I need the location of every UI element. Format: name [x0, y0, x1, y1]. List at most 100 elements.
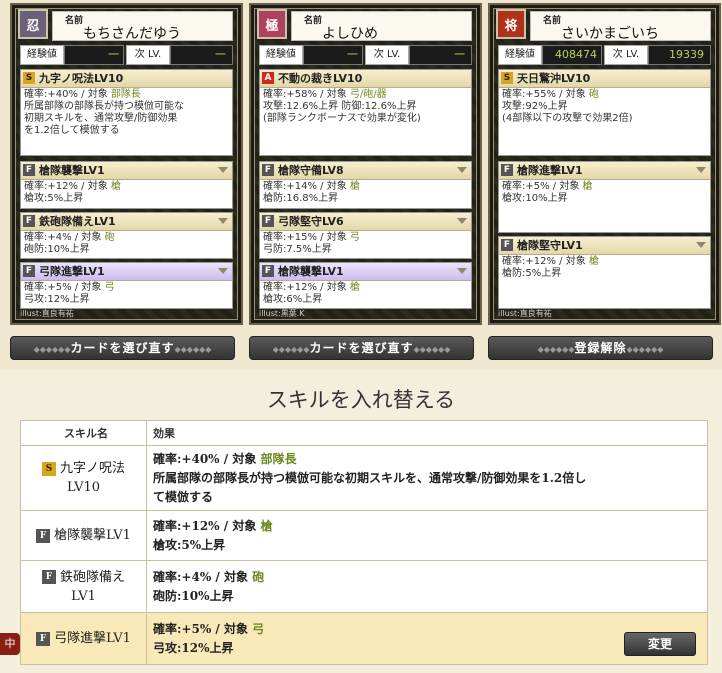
crest-icon: 極 — [257, 9, 287, 39]
skill-header: A 不動の裁きLV10 — [260, 70, 471, 88]
name-bar: 名前 もちさんだゆう — [52, 11, 233, 42]
skill-4: F 槍隊襲撃LV1 確率:+12% / 対象 槍 槍攻:6%上昇 — [259, 262, 472, 309]
effect-line: 槍攻:5%上昇 — [153, 537, 226, 552]
skill-header[interactable]: F 弓隊堅守LV6 — [260, 213, 471, 231]
skill-line: 攻撃:12.6%上昇 防御:12.6%上昇 — [263, 101, 417, 112]
skill-line: 砲防:10%上昇 — [24, 244, 90, 255]
reselect-card-button-1[interactable]: ◆◆◆◆◆◆カードを選び直す◆◆◆◆◆◆ — [10, 336, 235, 360]
skill-line: 槍防:16.8%上昇 — [263, 193, 339, 204]
skill-3: F 弓隊堅守LV6 確率:+15% / 対象 弓 弓防:7.5%上昇 — [259, 212, 472, 259]
card-2: 極 名前 よしひめ 経験値 一 次 LV. 一 A 不動の裁きLV10 確率:+5… — [249, 3, 482, 325]
button-ornament: ◆◆◆◆◆◆ — [174, 345, 212, 354]
skill-name: 九字ノ呪法 — [59, 461, 125, 476]
exp-label: 経験値 — [498, 45, 542, 65]
skill-3: F 鉄砲隊備えLV1 確率:+4% / 対象 砲 砲防:10%上昇 — [20, 212, 233, 259]
skill-body: 確率:+14% / 対象 槍 槍防:16.8%上昇 — [260, 180, 471, 206]
skill-body: 確率:+15% / 対象 弓 弓防:7.5%上昇 — [260, 231, 471, 257]
grade-f-icon: F — [501, 164, 513, 176]
skill-1: S 九字ノ呪法LV10 確率:+40% / 対象 部隊長 所属部隊の部隊長が持つ模… — [20, 69, 233, 156]
skill-2: F 槍隊襲撃LV1 確率:+12% / 対象 槍 槍攻:5%上昇 — [20, 161, 233, 209]
grade-f-icon: F — [23, 265, 35, 277]
skill-title: 天日驚沖LV10 — [517, 72, 591, 85]
skill-level: LV10 — [66, 480, 101, 495]
button-ornament: ◆◆◆◆◆◆ — [33, 345, 71, 354]
side-tab[interactable]: 中 — [0, 633, 20, 655]
skill-name: 弓隊進撃LV1 — [54, 631, 131, 646]
table-row[interactable]: F 槍隊襲撃LV1 確率:+12% / 対象 槍 槍攻:5%上昇 — [20, 510, 708, 561]
skill-title: 槍隊守備LV8 — [278, 164, 344, 177]
skill-level: LV1 — [71, 588, 96, 604]
card-name: さいかまごいち — [561, 26, 659, 42]
skill-header[interactable]: F 弓隊進撃LV1 — [21, 263, 232, 281]
dropdown-arrow-icon[interactable] — [696, 167, 706, 173]
skill-line: 槍攻:6%上昇 — [263, 294, 323, 305]
effect-line: て模倣する — [153, 489, 214, 504]
button-ornament: ◆◆◆◆◆◆ — [272, 345, 310, 354]
name-label: 名前 — [65, 16, 84, 26]
skill-title: 鉄砲隊備えLV1 — [39, 215, 116, 228]
grade-a-icon: A — [262, 72, 274, 84]
dropdown-arrow-icon[interactable] — [457, 167, 467, 173]
skill-2: F 槍隊進撃LV1 確率:+5% / 対象 槍 槍攻:10%上昇 — [498, 161, 711, 233]
change-button[interactable]: 変更 — [624, 632, 696, 656]
skill-body: 確率:+58% / 対象 弓/砲/器 攻撃:12.6%上昇 防御:12.6%上昇… — [260, 88, 471, 126]
skill-header[interactable]: F 鉄砲隊備えLV1 — [21, 213, 232, 231]
skill-line: 初期スキルを、通常攻撃/防御効果 — [24, 113, 178, 124]
name-label: 名前 — [543, 16, 562, 26]
dropdown-arrow-icon[interactable] — [457, 268, 467, 274]
exp-value: 一 — [303, 45, 363, 65]
reselect-card-button-2[interactable]: ◆◆◆◆◆◆カードを選び直す◆◆◆◆◆◆ — [249, 336, 474, 360]
button-label: カードを選び直す — [70, 341, 175, 355]
skill-title: 槍隊襲撃LV1 — [39, 164, 105, 177]
card-name: よしひめ — [322, 26, 378, 42]
grade-s-icon: S — [41, 461, 56, 476]
grade-f-icon: F — [262, 215, 274, 227]
skill-header[interactable]: F 槍隊襲撃LV1 — [21, 162, 232, 180]
skill-line: (4部隊以下の攻撃で効果2倍) — [502, 113, 633, 124]
dropdown-arrow-icon[interactable] — [696, 242, 706, 248]
skill-line: 槍防:5%上昇 — [502, 268, 562, 279]
skill-header[interactable]: F 槍隊堅守LV1 — [499, 237, 710, 255]
table-row[interactable]: F 鉄砲隊備え LV1 確率:+4% / 対象 砲 砲防:10%上昇 — [20, 560, 708, 613]
grade-f-icon: F — [23, 164, 35, 176]
dropdown-arrow-icon[interactable] — [218, 268, 228, 274]
next-label: 次 LV. — [126, 45, 170, 65]
next-value: 19339 — [648, 45, 711, 65]
skill-title: 弓隊堅守LV6 — [278, 215, 344, 228]
skill-header[interactable]: F 槍隊襲撃LV1 — [260, 263, 471, 281]
table-header: スキル名 効果 — [20, 420, 708, 446]
skill-body: 確率:+5% / 対象 弓 弓攻:12%上昇 — [21, 281, 232, 307]
skill-body: 確率:+5% / 対象 槍 槍攻:10%上昇 — [499, 180, 710, 206]
skill-title: 槍隊堅守LV1 — [517, 239, 583, 252]
skill-body: 確率:+12% / 対象 槍 槍攻:6%上昇 — [260, 281, 471, 307]
skill-name-cell: F 鉄砲隊備え LV1 — [20, 560, 147, 613]
grade-f-icon: F — [501, 239, 513, 251]
illust-credit: illust:直良有祐 — [20, 309, 74, 318]
table-row[interactable]: S 九字ノ呪法 LV10 確率:+40% / 対象 部隊長 所属部隊の部隊長が持つ模… — [20, 445, 708, 511]
skill-line: 槍攻:5%上昇 — [24, 193, 84, 204]
card-1: 忍 名前 もちさんだゆう 経験値 一 次 LV. 一 S 九字ノ呪法LV10 確率… — [10, 3, 243, 325]
dropdown-arrow-icon[interactable] — [218, 167, 228, 173]
skill-1: S 天日驚沖LV10 確率:+55% / 対象 砲 攻撃:92%上昇 (4部隊以下… — [498, 69, 711, 156]
skill-1: A 不動の裁きLV10 確率:+58% / 対象 弓/砲/器 攻撃:12.6%上昇… — [259, 69, 472, 156]
skill-line: 攻撃:92%上昇 — [502, 101, 568, 112]
grade-f-icon: F — [41, 570, 56, 584]
card-3: 将 名前 さいかまごいち 経験値 408474 次 LV. 19339 S 天日驚… — [488, 3, 721, 325]
unregister-button[interactable]: ◆◆◆◆◆◆登録解除◆◆◆◆◆◆ — [488, 336, 713, 360]
dropdown-arrow-icon[interactable] — [218, 218, 228, 224]
next-label: 次 LV. — [604, 45, 648, 65]
exp-label: 経験値 — [259, 45, 303, 65]
skill-header[interactable]: F 槍隊進撃LV1 — [499, 162, 710, 180]
grade-f-icon: F — [262, 265, 274, 277]
exp-bar: 経験値 一 次 LV. 一 — [20, 45, 233, 65]
effect-line: 弓攻:12%上昇 — [153, 640, 234, 655]
table-row-selected[interactable]: F 弓隊進撃LV1 確率:+5% / 対象 弓 弓攻:12%上昇 — [20, 612, 708, 665]
grade-s-icon: S — [501, 72, 513, 84]
skill-line: (部隊ランクボーナスで効果が変化) — [263, 113, 421, 124]
dropdown-arrow-icon[interactable] — [457, 218, 467, 224]
skill-header[interactable]: F 槍隊守備LV8 — [260, 162, 471, 180]
name-bar: 名前 よしひめ — [291, 11, 472, 42]
skill-title: 槍隊襲撃LV1 — [278, 265, 344, 278]
illust-credit: illust:黒葉.K — [259, 309, 305, 318]
button-ornament: ◆◆◆◆◆◆ — [626, 345, 664, 354]
